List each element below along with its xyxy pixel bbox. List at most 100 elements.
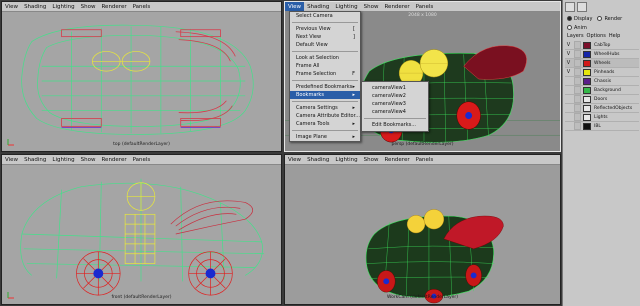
- menu-shading[interactable]: Shading: [21, 2, 49, 11]
- workcam-viewport-pane[interactable]: View Shading Lighting Show Renderer Pane…: [284, 154, 561, 305]
- workcam-viewport-menubar: View Shading Lighting Show Renderer Pane…: [285, 155, 560, 165]
- menu-item-bookmarks[interactable]: Bookmarks ▸: [290, 91, 360, 99]
- menu-item-frame-selection[interactable]: Frame Selection F: [290, 70, 360, 78]
- menu-lighting[interactable]: Lighting: [332, 2, 360, 11]
- menu-item-look-at-selection[interactable]: Look at Selection: [290, 54, 360, 62]
- layer-color-swatch[interactable]: [583, 41, 591, 49]
- layer-visibility-toggle[interactable]: [565, 95, 572, 103]
- menu-layers[interactable]: Layers: [567, 33, 584, 39]
- menu-view[interactable]: View: [285, 2, 305, 11]
- menu-separator: [292, 130, 358, 131]
- menu-lighting[interactable]: Lighting: [49, 155, 77, 164]
- layer-color-swatch[interactable]: [583, 77, 591, 85]
- layer-color-swatch[interactable]: [583, 95, 591, 103]
- layer-visibility-toggle[interactable]: [565, 86, 572, 94]
- menu-show[interactable]: Show: [78, 2, 99, 11]
- menu-item-select-camera[interactable]: Select Camera: [290, 12, 360, 20]
- menu-shading[interactable]: Shading: [304, 2, 332, 11]
- render-radio[interactable]: [597, 16, 603, 21]
- layer-color-swatch[interactable]: [583, 113, 591, 121]
- menu-renderer[interactable]: Renderer: [381, 2, 412, 11]
- layer-row[interactable]: Lights: [565, 113, 639, 122]
- menu-item-frame-all[interactable]: Frame All: [290, 62, 360, 70]
- menu-shading[interactable]: Shading: [304, 155, 332, 164]
- front-viewport-canvas[interactable]: front (defaultRenderLayer): [2, 165, 281, 304]
- layer-row[interactable]: V Wheels: [565, 59, 639, 68]
- layer-color-swatch[interactable]: [583, 59, 591, 67]
- menu-options[interactable]: Options: [587, 33, 606, 39]
- top-viewport-pane[interactable]: View Shading Lighting Show Renderer Pane…: [1, 1, 282, 152]
- workcam-viewport-canvas[interactable]: WorkCam (defaultRenderLayer): [285, 165, 560, 304]
- menu-lighting[interactable]: Lighting: [332, 155, 360, 164]
- menu-item-cameraview1[interactable]: cameraView1: [362, 84, 428, 92]
- layer-visibility-toggle[interactable]: [565, 113, 572, 121]
- layer-visibility-toggle[interactable]: [565, 122, 572, 130]
- menu-shading[interactable]: Shading: [21, 155, 49, 164]
- layer-template-toggle[interactable]: [574, 104, 581, 112]
- layer-row[interactable]: Background: [565, 86, 639, 95]
- menu-item-camera-attribute-editor[interactable]: Camera Attribute Editor...: [290, 112, 360, 120]
- layer-template-toggle[interactable]: [574, 59, 581, 67]
- menu-panels[interactable]: Panels: [130, 2, 154, 11]
- menu-renderer[interactable]: Renderer: [381, 155, 412, 164]
- menu-view[interactable]: View: [2, 2, 21, 11]
- layer-visibility-toggle[interactable]: [565, 77, 572, 85]
- menu-panels[interactable]: Panels: [413, 155, 437, 164]
- display-radio[interactable]: [567, 16, 572, 21]
- menu-item-camera-settings[interactable]: Camera Settings ▸: [290, 104, 360, 112]
- menu-renderer[interactable]: Renderer: [98, 2, 129, 11]
- menu-show[interactable]: Show: [361, 155, 382, 164]
- menu-view[interactable]: View: [285, 155, 304, 164]
- layer-row[interactable]: V CabTop: [565, 41, 639, 50]
- menu-show[interactable]: Show: [78, 155, 99, 164]
- attribute-editor-icon[interactable]: [577, 2, 587, 12]
- layer-visibility-toggle[interactable]: V: [565, 59, 572, 67]
- menu-item-edit-bookmarks[interactable]: Edit Bookmarks...: [362, 121, 428, 129]
- menu-help[interactable]: Help: [609, 33, 620, 39]
- layer-row[interactable]: V WheelHubs: [565, 50, 639, 59]
- menu-item-previous-view[interactable]: Previous View[: [290, 25, 360, 33]
- layer-color-swatch[interactable]: [583, 104, 591, 112]
- layer-color-swatch[interactable]: [583, 50, 591, 58]
- menu-panels[interactable]: Panels: [413, 2, 437, 11]
- layer-color-swatch[interactable]: [583, 68, 591, 76]
- layer-color-swatch[interactable]: [583, 86, 591, 94]
- menu-item-cameraview4[interactable]: cameraView4: [362, 108, 428, 116]
- menu-show[interactable]: Show: [361, 2, 382, 11]
- anim-radio[interactable]: [567, 25, 572, 30]
- layer-row[interactable]: IBL: [565, 122, 639, 131]
- layer-template-toggle[interactable]: [574, 95, 581, 103]
- layer-color-swatch[interactable]: [583, 122, 591, 130]
- layer-template-toggle[interactable]: [574, 68, 581, 76]
- channel-box-icon[interactable]: [565, 2, 575, 12]
- layer-visibility-toggle[interactable]: V: [565, 50, 572, 58]
- layer-row[interactable]: Doors: [565, 95, 639, 104]
- menu-lighting[interactable]: Lighting: [49, 2, 77, 11]
- layer-row[interactable]: V Pinheads: [565, 68, 639, 77]
- layer-visibility-toggle[interactable]: V: [565, 68, 572, 76]
- menu-panels[interactable]: Panels: [130, 155, 154, 164]
- layer-template-toggle[interactable]: [574, 122, 581, 130]
- menu-item-cameraview3[interactable]: cameraView3: [362, 100, 428, 108]
- layer-template-toggle[interactable]: [574, 50, 581, 58]
- menu-item-image-plane[interactable]: Image Plane ▸: [290, 133, 360, 141]
- menu-item-default-view[interactable]: Default View: [290, 41, 360, 49]
- layer-template-toggle[interactable]: [574, 77, 581, 85]
- workcam-view-model: [285, 165, 560, 304]
- top-viewport-canvas[interactable]: top (defaultRenderLayer): [2, 12, 281, 151]
- layer-visibility-toggle[interactable]: [565, 104, 572, 112]
- display-label: Display: [574, 15, 593, 22]
- layer-template-toggle[interactable]: [574, 86, 581, 94]
- front-viewport-pane[interactable]: View Shading Lighting Show Renderer Pane…: [1, 154, 282, 305]
- menu-item-cameraview2[interactable]: cameraView2: [362, 92, 428, 100]
- menu-item-camera-tools[interactable]: Camera Tools ▸: [290, 120, 360, 128]
- menu-renderer[interactable]: Renderer: [98, 155, 129, 164]
- layer-template-toggle[interactable]: [574, 41, 581, 49]
- menu-item-predefined-bookmarks[interactable]: Predefined Bookmarks ▸: [290, 83, 360, 91]
- menu-item-next-view[interactable]: Next View]: [290, 33, 360, 41]
- layer-row[interactable]: ReflectedObjects: [565, 104, 639, 113]
- layer-visibility-toggle[interactable]: V: [565, 41, 572, 49]
- layer-row[interactable]: Chassis: [565, 77, 639, 86]
- layer-template-toggle[interactable]: [574, 113, 581, 121]
- menu-view[interactable]: View: [2, 155, 21, 164]
